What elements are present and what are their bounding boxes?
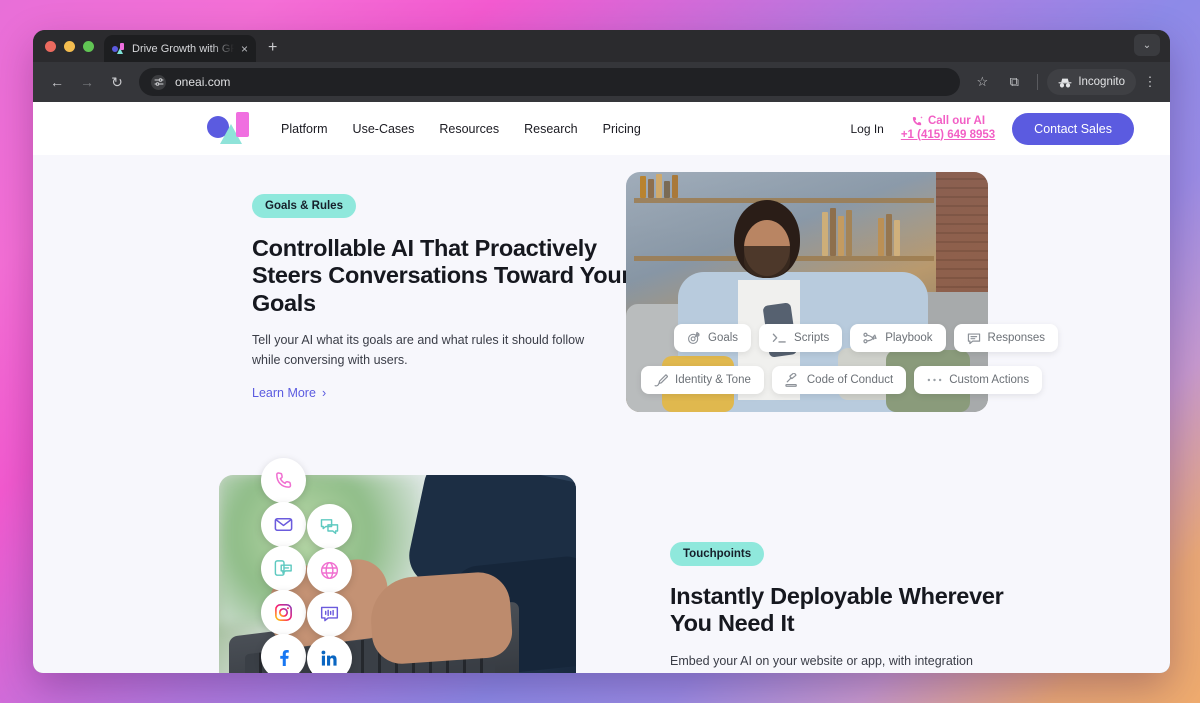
- channel-column-right: [307, 504, 352, 673]
- address-bar[interactable]: oneai.com: [139, 68, 961, 96]
- url-text: oneai.com: [175, 75, 231, 89]
- section-badge-touchpoints: Touchpoints: [670, 542, 765, 566]
- tab-strip: Drive Growth with GPT Chatb × + ⌄: [33, 30, 1170, 62]
- terminal-prompt-icon: [772, 333, 786, 343]
- chip-playbook[interactable]: Playbook: [850, 324, 946, 352]
- incognito-hat-icon: [1058, 78, 1072, 87]
- sms-icon[interactable]: [261, 546, 306, 591]
- split-view-icon[interactable]: ⧉: [1000, 68, 1028, 96]
- phone-icon[interactable]: [261, 458, 306, 503]
- section-body-goals: Tell your AI what its goals are and what…: [252, 333, 585, 367]
- login-link[interactable]: Log In: [850, 122, 883, 136]
- chip-label: Goals: [708, 332, 739, 344]
- linkedin-icon[interactable]: [307, 636, 352, 673]
- globe-icon[interactable]: [307, 548, 352, 593]
- section-touchpoints: Touchpoints Instantly Deployable Whereve…: [670, 542, 1010, 673]
- chips-row-secondary: Identity & Tone Code of Conduct Custom A…: [641, 366, 1043, 394]
- omnibox-toolbar: ← → ↻ oneai.com ☆ ⧉ Incognito ⋮: [33, 62, 1170, 102]
- call-our-ai-title: Call our AI: [927, 115, 986, 128]
- chip-label: Code of Conduct: [806, 374, 894, 386]
- back-icon[interactable]: ←: [43, 68, 71, 96]
- section-goals-and-rules: Goals & Rules Controllable AI That Proac…: [252, 194, 632, 402]
- call-our-ai-title-row: Call our AI: [911, 115, 985, 128]
- forward-icon[interactable]: →: [73, 68, 101, 96]
- chip-label: Responses: [987, 332, 1046, 344]
- voice-message-icon[interactable]: [307, 592, 352, 637]
- toolbar-divider: [1037, 74, 1039, 90]
- chip-code-of-conduct[interactable]: Code of Conduct: [771, 366, 907, 394]
- contact-sales-button[interactable]: Contact Sales: [1012, 112, 1134, 145]
- browser-tab[interactable]: Drive Growth with GPT Chatb ×: [104, 35, 256, 62]
- browser-menu-icon[interactable]: ⋮: [1140, 74, 1160, 90]
- tab-title: Drive Growth with GPT Chatb: [132, 42, 234, 55]
- logo-rect-icon: [236, 111, 249, 137]
- ai-phone-icon: [912, 116, 923, 126]
- nav-item-use-cases[interactable]: Use-Cases: [353, 122, 415, 136]
- facebook-icon[interactable]: [261, 634, 306, 673]
- close-window-button[interactable]: [45, 40, 56, 52]
- instagram-icon[interactable]: [261, 590, 306, 635]
- chip-custom-actions[interactable]: Custom Actions: [914, 366, 1043, 394]
- chevron-right-icon: ›: [321, 386, 327, 401]
- email-icon[interactable]: [261, 502, 306, 547]
- chip-label: Playbook: [885, 332, 933, 344]
- minimize-window-button[interactable]: [64, 40, 75, 52]
- section-heading-goals: Controllable AI That Proactively Steers …: [252, 235, 631, 316]
- chat-bubbles-icon[interactable]: [307, 504, 352, 549]
- new-tab-button[interactable]: +: [268, 39, 277, 57]
- gavel-icon: [785, 373, 797, 387]
- learn-more-label: Learn More: [252, 386, 316, 401]
- incognito-label: Incognito: [1078, 76, 1125, 88]
- reload-icon[interactable]: ↻: [103, 68, 131, 96]
- incognito-indicator[interactable]: Incognito: [1047, 69, 1136, 95]
- browser-window: Drive Growth with GPT Chatb × + ⌄ ← → ↻ …: [33, 30, 1170, 673]
- call-our-ai-block[interactable]: Call our AI +1 (415) 649 8953: [901, 115, 995, 141]
- chip-goals[interactable]: Goals: [674, 324, 752, 352]
- site-settings-icon[interactable]: [151, 74, 166, 90]
- omnibox-actions: ☆ ⧉ Incognito ⋮: [968, 68, 1160, 96]
- chip-identity-and-tone[interactable]: Identity & Tone: [641, 366, 764, 394]
- target-icon: [688, 331, 700, 344]
- chip-label: Identity & Tone: [675, 374, 751, 386]
- nav-item-pricing[interactable]: Pricing: [603, 122, 641, 136]
- bookmark-star-icon[interactable]: ☆: [968, 68, 996, 96]
- window-traffic-lights: [45, 30, 104, 62]
- main-navigation: Platform Use-Cases Resources Research Pr…: [281, 122, 641, 136]
- site-header: Platform Use-Cases Resources Research Pr…: [33, 102, 1170, 155]
- nav-item-research[interactable]: Research: [524, 122, 578, 136]
- chip-label: Scripts: [794, 332, 830, 344]
- call-our-ai-phone[interactable]: +1 (415) 649 8953: [901, 129, 995, 142]
- oneai-logo[interactable]: [207, 111, 259, 146]
- chip-label: Custom Actions: [949, 374, 1030, 386]
- page-viewport: Platform Use-Cases Resources Research Pr…: [33, 102, 1170, 673]
- channel-column-left: [261, 458, 306, 673]
- chevron-down-icon[interactable]: ⌄: [1134, 34, 1160, 56]
- section-body-touchpoints: Embed your AI on your website or app, wi…: [670, 653, 973, 668]
- section-heading-touchpoints: Instantly Deployable Wherever You Need I…: [670, 583, 1004, 637]
- chat-bubble-icon: [967, 332, 980, 344]
- oneai-logo-icon: [112, 42, 125, 55]
- learn-more-link-goals[interactable]: Learn More ›: [252, 386, 326, 400]
- close-tab-icon[interactable]: ×: [241, 43, 248, 55]
- nav-item-resources[interactable]: Resources: [439, 122, 499, 136]
- ellipsis-icon: [927, 378, 942, 382]
- header-actions: Log In Call our AI +1 (415) 649 8953 Con…: [850, 112, 1134, 145]
- chip-scripts[interactable]: Scripts: [759, 324, 843, 352]
- chip-responses[interactable]: Responses: [953, 324, 1059, 352]
- maximize-window-button[interactable]: [83, 40, 94, 52]
- chips-row-primary: Goals Scripts Playbook Responses: [674, 324, 1059, 352]
- flow-nodes-icon: [863, 332, 877, 344]
- nav-item-platform[interactable]: Platform: [281, 122, 328, 136]
- paintbrush-icon: [654, 374, 668, 387]
- section-badge-goals: Goals & Rules: [252, 194, 356, 218]
